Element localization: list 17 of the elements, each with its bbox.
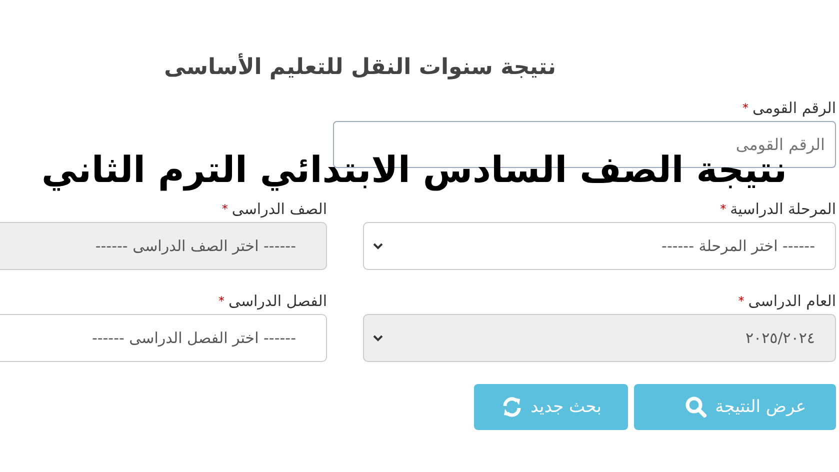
field-label: الصف الدراسى: [232, 200, 327, 218]
field-label: العام الدراسى: [748, 292, 836, 310]
required-mark: *: [742, 101, 748, 115]
field-label: الفصل الدراسى: [228, 292, 327, 310]
select-field[interactable]: ------ اختر الفصل الدراسى ------: [0, 314, 327, 362]
page-title: نتيجة سنوات النقل للتعليم الأساسى: [163, 55, 557, 82]
required-mark: *: [720, 202, 726, 216]
search-icon: [685, 396, 708, 418]
field-label: الرقم القومى: [752, 99, 836, 117]
required-mark: *: [218, 294, 224, 308]
refresh-icon: [500, 396, 523, 418]
chevron-down-icon: [372, 334, 384, 342]
required-mark: *: [222, 202, 228, 216]
select-field[interactable]: ------ اختر المرحلة ------: [363, 222, 836, 270]
required-mark: *: [738, 294, 744, 308]
chevron-down-icon: [372, 242, 384, 250]
field-label: المرحلة الدراسية: [730, 200, 836, 218]
